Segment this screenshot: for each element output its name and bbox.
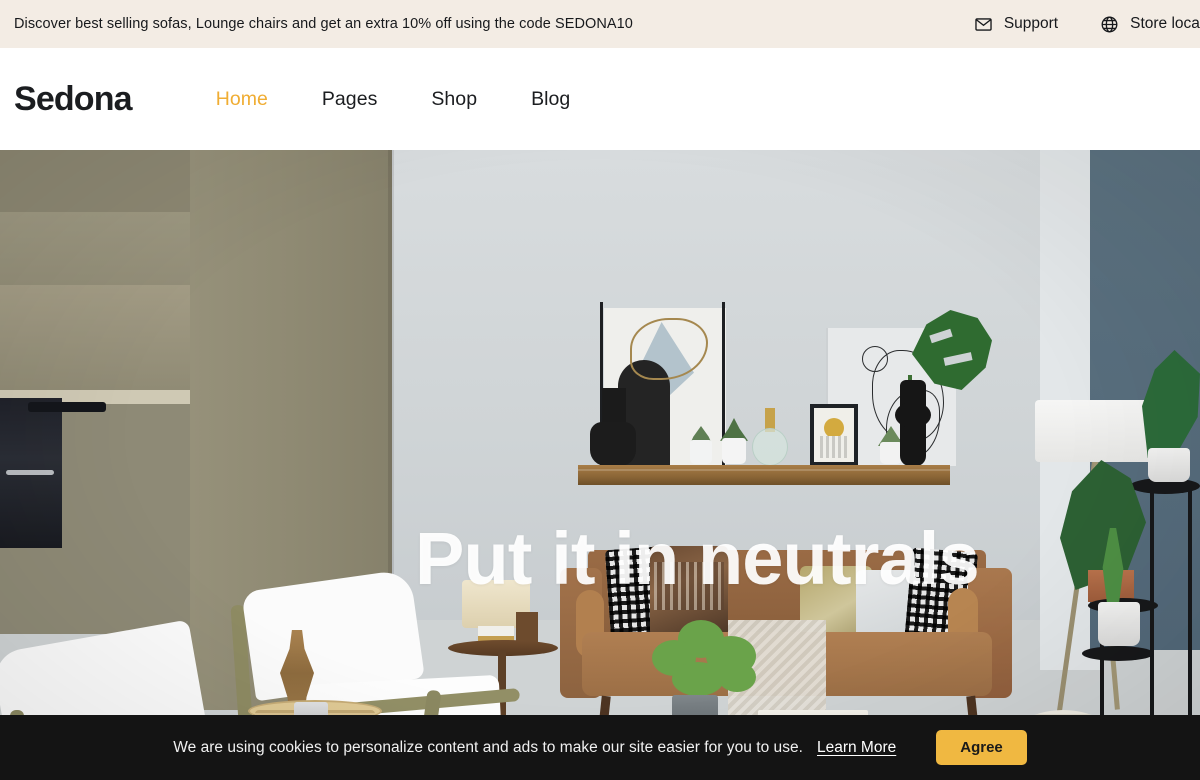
glass-vase — [752, 428, 788, 466]
announcement-text: Discover best selling sofas, Lounge chai… — [14, 16, 633, 32]
nav-item-pages[interactable]: Pages — [295, 88, 405, 111]
announcement-bar: Discover best selling sofas, Lounge chai… — [0, 0, 1200, 48]
announcement-links: Support Store locator — [974, 0, 1200, 48]
hero-image-living-room — [0, 150, 1200, 780]
floor-lamp-shade — [1035, 400, 1161, 462]
gold-sun-shape — [824, 418, 844, 438]
agree-button[interactable]: Agree — [936, 730, 1027, 765]
shelf-pot-one — [690, 440, 712, 464]
black-vase-round — [590, 422, 636, 466]
nav-item-home[interactable]: Home — [189, 88, 295, 111]
gold-sun-bars — [820, 436, 848, 458]
black-vase-large-bulge — [895, 402, 931, 428]
learn-more-link[interactable]: Learn More — [817, 739, 896, 757]
nav-item-blog[interactable]: Blog — [504, 88, 597, 111]
white-pot-lower — [1098, 602, 1140, 646]
plant-stand-low-tray — [1082, 646, 1154, 661]
support-link-label: Support — [1003, 15, 1059, 32]
cookie-consent-banner: We are using cookies to personalize cont… — [0, 715, 1200, 780]
logo[interactable]: Sedona — [14, 80, 133, 119]
stove-burner — [28, 402, 106, 412]
page-root: Discover best selling sofas, Lounge chai… — [0, 0, 1200, 780]
white-pot-upper — [1148, 448, 1190, 482]
plant-stand-leg-three — [1188, 486, 1192, 736]
globe-icon — [1100, 15, 1119, 34]
envelope-icon — [974, 15, 993, 34]
stove-handle — [6, 470, 54, 475]
floating-wood-shelf — [578, 465, 950, 485]
hero-banner[interactable]: Put it in neutrals — [0, 150, 1200, 780]
support-link[interactable]: Support — [974, 15, 1058, 34]
nav-item-shop[interactable]: Shop — [404, 88, 504, 111]
main-navigation: Home Pages Shop Blog — [189, 88, 598, 111]
site-header: Sedona Home Pages Shop Blog — [0, 48, 1200, 150]
shelf-pot-two — [722, 438, 746, 464]
store-locator-link-label: Store locator — [1130, 15, 1200, 32]
store-locator-link[interactable]: Store locator — [1100, 15, 1200, 34]
plant-stand-leg-two — [1150, 486, 1154, 736]
shelf-grain — [578, 469, 950, 471]
hero-title: Put it in neutrals — [415, 517, 980, 600]
cookie-message: We are using cookies to personalize cont… — [173, 738, 803, 756]
shelf-pot-three — [880, 442, 902, 464]
